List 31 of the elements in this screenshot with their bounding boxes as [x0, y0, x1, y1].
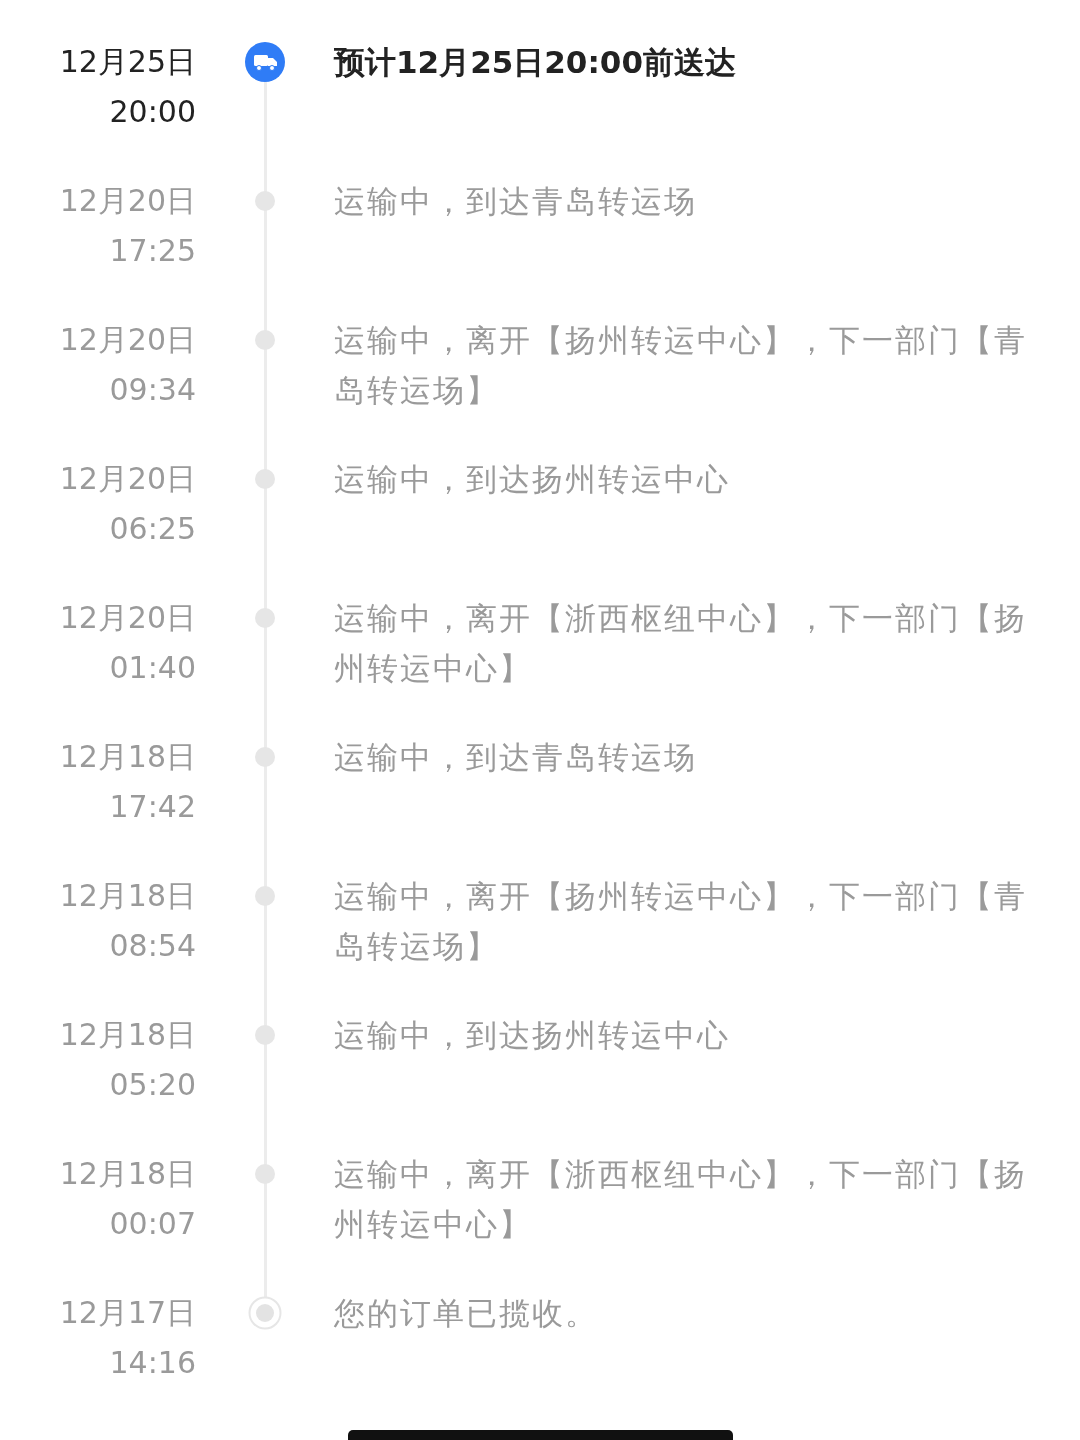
truck-icon [245, 42, 285, 82]
time-label: 20:00 [109, 93, 196, 131]
status-text: 运输中，到达青岛转运场 [334, 738, 698, 777]
date-label: 12月20日 [59, 321, 196, 359]
time-label: 14:16 [109, 1344, 196, 1382]
status-text: 预计12月25日20:00前送达 [334, 43, 737, 82]
status-text: 运输中，到达扬州转运中心 [334, 1016, 731, 1055]
date-label: 12月18日 [59, 1155, 196, 1193]
date-label: 12月17日 [59, 1294, 196, 1332]
time-label: 05:20 [109, 1066, 196, 1104]
time-label: 01:40 [109, 649, 196, 687]
date-label: 12月20日 [59, 182, 196, 220]
date-label: 12月20日 [59, 599, 196, 637]
status-text: 运输中，离开【扬州转运中心】，下一部门【青岛转运场】 [334, 877, 1028, 966]
date-label: 12月18日 [59, 738, 196, 776]
status-text: 运输中，离开【浙西枢纽中心】，下一部门【扬州转运中心】 [334, 599, 1028, 688]
status-text: 运输中，到达青岛转运场 [334, 182, 698, 221]
date-label: 12月20日 [59, 460, 196, 498]
date-label: 12月25日 [59, 43, 196, 81]
time-label: 17:42 [109, 788, 196, 826]
status-text: 您的订单已揽收。 [334, 1294, 599, 1333]
time-label: 00:07 [109, 1205, 196, 1243]
status-text: 运输中，离开【浙西枢纽中心】，下一部门【扬州转运中心】 [334, 1155, 1028, 1244]
date-label: 12月18日 [59, 1016, 196, 1054]
status-text: 运输中，离开【扬州转运中心】，下一部门【青岛转运场】 [334, 321, 1028, 410]
date-label: 12月18日 [59, 877, 196, 915]
time-label: 06:25 [109, 510, 196, 548]
time-label: 09:34 [109, 371, 196, 409]
status-text: 运输中，到达扬州转运中心 [334, 460, 731, 499]
time-label: 17:25 [109, 232, 196, 270]
time-label: 08:54 [109, 927, 196, 965]
